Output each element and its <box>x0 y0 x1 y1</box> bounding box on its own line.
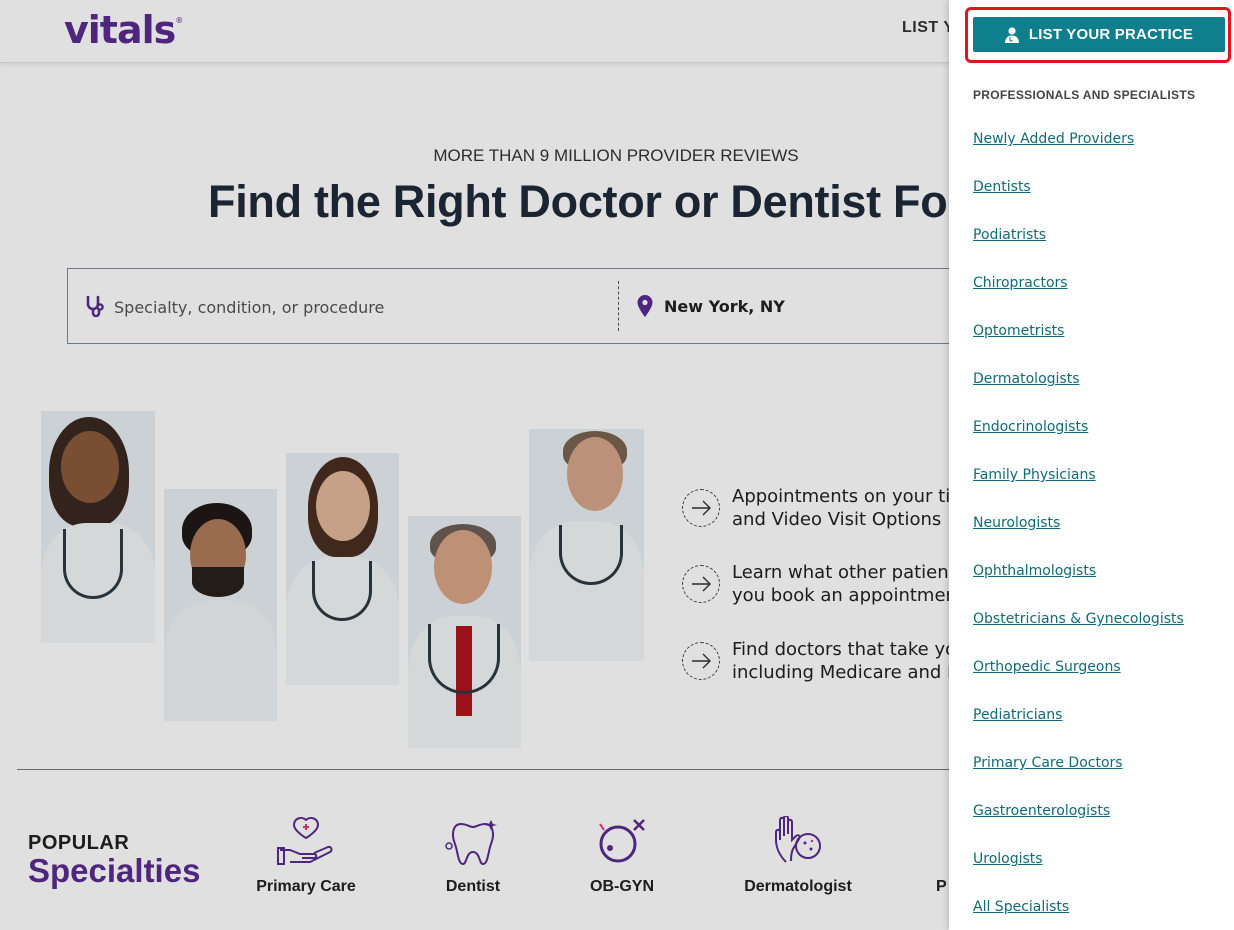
list-item: Gastroenterologists <box>973 802 1184 850</box>
link-endocrinologists[interactable]: Endocrinologists <box>973 419 1088 435</box>
list-item: Urologists <box>973 850 1184 898</box>
link-podiatrists[interactable]: Podiatrists <box>973 227 1046 243</box>
link-dentists[interactable]: Dentists <box>973 179 1031 195</box>
list-item: Family Physicians <box>973 466 1184 514</box>
link-dermatologists[interactable]: Dermatologists <box>973 371 1079 387</box>
specialist-link-list: Newly Added Providers Dentists Podiatris… <box>973 130 1184 930</box>
list-item: Endocrinologists <box>973 418 1184 466</box>
list-item: Neurologists <box>973 514 1184 562</box>
professionals-heading: PROFESSIONALS AND SPECIALISTS <box>973 88 1196 102</box>
list-item: Podiatrists <box>973 226 1184 274</box>
drawer-backdrop-overlay[interactable] <box>0 0 949 930</box>
list-item: Ophthalmologists <box>973 562 1184 610</box>
list-item: Pediatricians <box>973 706 1184 754</box>
link-newly-added-providers[interactable]: Newly Added Providers <box>973 131 1134 147</box>
link-ophthalmologists[interactable]: Ophthalmologists <box>973 563 1096 579</box>
link-gastroenterologists[interactable]: Gastroenterologists <box>973 803 1110 819</box>
link-urologists[interactable]: Urologists <box>973 851 1043 867</box>
list-item: All Specialists <box>973 898 1184 930</box>
link-family-physicians[interactable]: Family Physicians <box>973 467 1096 483</box>
list-item: Dermatologists <box>973 370 1184 418</box>
list-item: Primary Care Doctors <box>973 754 1184 802</box>
link-orthopedic-surgeons[interactable]: Orthopedic Surgeons <box>973 659 1121 675</box>
doctor-user-icon <box>1004 26 1019 43</box>
list-your-practice-button[interactable]: LIST YOUR PRACTICE <box>973 17 1225 52</box>
list-item: Orthopedic Surgeons <box>973 658 1184 706</box>
link-obstetricians-gynecologists[interactable]: Obstetricians & Gynecologists <box>973 611 1184 627</box>
list-item: Chiropractors <box>973 274 1184 322</box>
link-neurologists[interactable]: Neurologists <box>973 515 1060 531</box>
list-item: Obstetricians & Gynecologists <box>973 610 1184 658</box>
list-item: Newly Added Providers <box>973 130 1184 178</box>
side-drawer-menu: LIST YOUR PRACTICE PROFESSIONALS AND SPE… <box>949 0 1234 930</box>
link-chiropractors[interactable]: Chiropractors <box>973 275 1068 291</box>
list-item: Optometrists <box>973 322 1184 370</box>
list-item: Dentists <box>973 178 1184 226</box>
link-optometrists[interactable]: Optometrists <box>973 323 1064 339</box>
list-your-practice-label: LIST YOUR PRACTICE <box>1028 26 1194 43</box>
link-pediatricians[interactable]: Pediatricians <box>973 707 1062 723</box>
link-all-specialists[interactable]: All Specialists <box>973 899 1069 915</box>
link-primary-care-doctors[interactable]: Primary Care Doctors <box>973 755 1123 771</box>
